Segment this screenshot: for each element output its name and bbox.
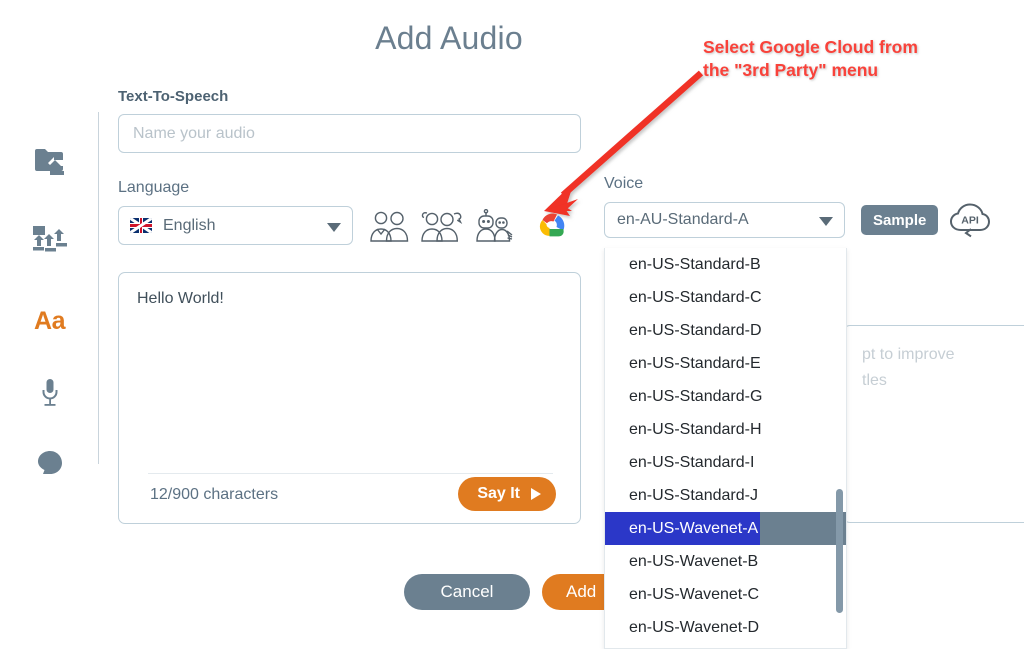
char-counter: 12/900 characters <box>150 486 279 503</box>
language-label: Language <box>118 179 190 196</box>
microphone-icon <box>42 379 57 406</box>
voice-select[interactable]: en-AU-Standard-A <box>604 202 845 238</box>
voice-option[interactable]: en-US-Standard-H <box>605 413 846 446</box>
voice-type-icons <box>368 208 570 243</box>
folder-upload-icon <box>34 149 64 175</box>
voice-option[interactable]: en-US-Wavenet-C <box>605 578 846 611</box>
voice-option[interactable]: en-US-Standard-G <box>605 380 846 413</box>
annotation-line-2: the "3rd Party" menu <box>703 60 879 80</box>
tts-footer-divider <box>148 473 553 474</box>
voice-option[interactable]: en-US-Wavenet-D <box>605 611 846 644</box>
media-upload-icon <box>32 226 67 252</box>
sidebar: Aa <box>0 110 99 474</box>
sidebar-item-microphone[interactable] <box>0 370 99 416</box>
annotation-line-1: Select Google Cloud from <box>703 37 918 57</box>
tts-form: Text-To-Speech Language English <box>118 88 581 245</box>
sidebar-item-label: Aa <box>34 306 65 335</box>
voice-option-label: en-US-Wavenet-A <box>605 512 761 545</box>
audio-name-input[interactable] <box>118 114 581 153</box>
sidebar-item-media-upload[interactable] <box>0 215 99 261</box>
chevron-down-icon <box>327 222 341 232</box>
play-icon <box>531 488 541 500</box>
ai-robot-voices-icon[interactable] <box>474 208 518 243</box>
voice-row: en-AU-Standard-A Sample API <box>604 202 1024 238</box>
subtitle-prompt-placeholder-line-1: pt to improve <box>862 346 955 363</box>
voice-option[interactable]: en-US-Wavenet-B <box>605 545 846 578</box>
sidebar-item-folder-upload[interactable] <box>0 138 99 184</box>
say-it-label: Say It <box>477 485 520 502</box>
sample-button[interactable]: Sample <box>861 205 939 235</box>
voice-option[interactable]: en-US-Standard-E <box>605 347 846 380</box>
voice-option[interactable]: en-US-Standard-C <box>605 281 846 314</box>
language-value: English <box>163 216 216 234</box>
say-it-button[interactable]: Say It <box>458 477 556 511</box>
voice-dropdown-scrollbar[interactable] <box>836 489 843 613</box>
annotation-text: Select Google Cloud from the "3rd Party"… <box>703 36 1003 82</box>
voice-option[interactable]: en-US-Standard-I <box>605 446 846 479</box>
api-label: API <box>962 215 980 227</box>
tts-textarea[interactable]: Hello World! <box>119 273 582 468</box>
voice-option[interactable]: en-US-Wavenet-A <box>605 512 846 545</box>
tts-text-card: Hello World! 12/900 characters Say It <box>118 272 582 524</box>
voice-option[interactable]: en-US-Standard-B <box>605 248 846 281</box>
voice-option[interactable]: en-US-Standard-J <box>605 479 846 512</box>
cancel-button[interactable]: Cancel <box>404 574 530 610</box>
tts-section-label: Text-To-Speech <box>118 88 229 105</box>
chevron-down-icon <box>819 217 833 226</box>
voice-option[interactable]: en-US-Standard-D <box>605 314 846 347</box>
standard-voices-icon[interactable] <box>368 209 412 243</box>
language-row: English <box>118 206 581 245</box>
add-audio-dialog: Add Audio Select Google Cloud from the "… <box>0 0 1024 649</box>
voice-panel: Voice en-AU-Standard-A Sample API <box>604 175 1024 238</box>
uk-flag-icon <box>130 218 152 233</box>
subtitle-prompt-textarea[interactable]: pt to improve tles <box>843 325 1024 523</box>
voiceover-head-icon <box>37 451 62 474</box>
neural-voices-icon[interactable] <box>420 209 466 243</box>
sidebar-item-text-tool[interactable]: Aa <box>0 298 99 344</box>
voice-dropdown-list[interactable]: en-US-Standard-B en-US-Standard-C en-US-St… <box>604 248 847 649</box>
subtitle-prompt-placeholder-line-2: tles <box>862 372 887 389</box>
api-cloud-icon[interactable]: API <box>949 202 991 238</box>
google-cloud-icon[interactable] <box>536 209 570 243</box>
sidebar-item-voiceover[interactable] <box>0 440 99 486</box>
voice-selected-value: en-AU-Standard-A <box>617 211 749 228</box>
voice-label: Voice <box>604 175 644 192</box>
language-select[interactable]: English <box>118 206 353 245</box>
